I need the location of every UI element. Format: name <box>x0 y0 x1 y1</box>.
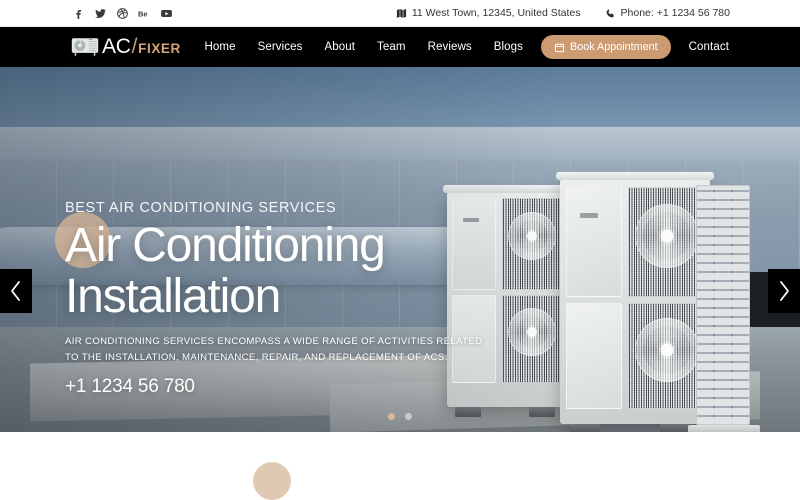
slider-dot-1[interactable] <box>388 413 395 420</box>
nav-item-about[interactable]: About <box>313 41 366 53</box>
slider-next-button[interactable] <box>768 269 800 313</box>
phone-icon <box>605 8 616 19</box>
book-appointment-button[interactable]: Book Appointment <box>541 35 671 59</box>
chevron-right-icon <box>780 281 789 301</box>
slider-prev-button[interactable] <box>0 269 32 313</box>
dribbble-icon[interactable] <box>116 7 129 20</box>
logo-fixer-text: FIXER <box>138 41 181 56</box>
main-navigation: Home Services About Team Reviews Blogs B… <box>194 35 741 59</box>
topbar-contact-info: 11 West Town, 12345, United States Phone… <box>396 7 730 19</box>
address-text: 11 West Town, 12345, United States <box>411 7 581 19</box>
map-icon <box>396 8 407 19</box>
hero-slider: BEST AIR CONDITIONING SERVICES Air Condi… <box>0 67 800 432</box>
decorative-circle-bottom <box>253 462 291 500</box>
slider-pagination <box>0 413 800 420</box>
hero-phone-number[interactable]: +1 1234 56 780 <box>65 376 495 398</box>
section-below-hero <box>0 432 800 500</box>
youtube-icon[interactable] <box>160 7 173 20</box>
phone-item[interactable]: Phone: +1 1234 56 780 <box>605 7 730 19</box>
logo-ac-text: AC <box>102 35 131 58</box>
hero-title-line-2: Installation <box>65 270 281 323</box>
behance-icon[interactable]: Be <box>138 7 151 20</box>
nav-item-home[interactable]: Home <box>194 41 247 53</box>
hero-text-block: BEST AIR CONDITIONING SERVICES Air Condi… <box>65 200 495 398</box>
phone-text: Phone: +1 1234 56 780 <box>620 7 730 19</box>
hero-description: AIR CONDITIONING SERVICES ENCOMPASS A WI… <box>65 334 495 366</box>
calendar-icon <box>554 42 565 53</box>
address-item: 11 West Town, 12345, United States <box>396 7 581 19</box>
hero-eyebrow: BEST AIR CONDITIONING SERVICES <box>65 200 337 216</box>
book-appointment-label: Book Appointment <box>570 41 658 53</box>
svg-text:Be: Be <box>138 9 147 18</box>
nav-item-reviews[interactable]: Reviews <box>417 41 483 53</box>
hero-content-layer: BEST AIR CONDITIONING SERVICES Air Condi… <box>0 67 800 432</box>
chevron-left-icon <box>11 281 20 301</box>
nav-item-services[interactable]: Services <box>247 41 314 53</box>
slider-dot-2[interactable] <box>405 413 412 420</box>
nav-item-team[interactable]: Team <box>366 41 417 53</box>
hero-title-line-1: Air Conditioning <box>65 219 386 272</box>
facebook-icon[interactable] <box>72 7 85 20</box>
ac-unit-logo-icon <box>70 36 100 58</box>
twitter-icon[interactable] <box>94 7 107 20</box>
site-logo[interactable]: AC / FIXER <box>70 35 181 59</box>
hero-description-line-2: TO THE INSTALLATION, MAINTENANCE, REPAIR… <box>65 352 448 363</box>
top-bar: Be 11 West Town, 12345, United States Ph… <box>0 0 800 27</box>
logo-text: AC / FIXER <box>102 35 181 59</box>
nav-item-contact[interactable]: Contact <box>678 41 740 53</box>
social-links: Be <box>72 7 173 20</box>
main-header: AC / FIXER Home Services About Team Revi… <box>0 27 800 67</box>
logo-slash: / <box>131 35 138 58</box>
hero-description-line-1: AIR CONDITIONING SERVICES ENCOMPASS A WI… <box>65 336 483 347</box>
nav-item-blogs[interactable]: Blogs <box>483 41 534 53</box>
hero-title: Air Conditioning Installation <box>65 220 495 322</box>
